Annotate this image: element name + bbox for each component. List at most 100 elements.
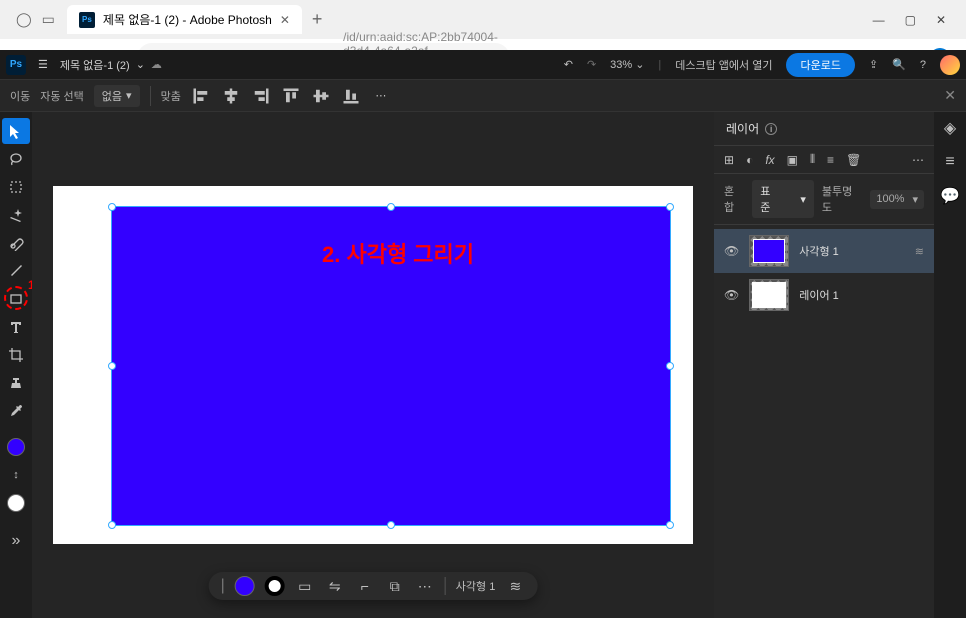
minimize-icon[interactable]: — bbox=[873, 13, 885, 27]
redo-icon[interactable]: ↷ bbox=[587, 58, 596, 71]
transform-icon[interactable]: ▭ bbox=[295, 576, 315, 596]
tabs-icon[interactable]: ▭ bbox=[42, 11, 55, 28]
duplicate-icon[interactable]: ⧉ bbox=[385, 576, 405, 596]
align-right-icon[interactable] bbox=[251, 86, 271, 106]
stroke-color-swatch[interactable] bbox=[265, 576, 285, 596]
close-window-icon[interactable]: ✕ bbox=[936, 13, 946, 27]
opacity-label: 불투명도 bbox=[822, 183, 862, 215]
hamburger-menu-icon[interactable]: ☰ bbox=[38, 58, 48, 71]
stack-icon[interactable]: ≡ bbox=[827, 153, 834, 167]
lasso-tool[interactable] bbox=[2, 146, 30, 172]
align-label: 맞춤 bbox=[161, 88, 181, 104]
right-rail: ◈ ≡ 💬 bbox=[934, 112, 966, 618]
download-button[interactable]: 다운로드 bbox=[786, 53, 854, 77]
close-options-icon[interactable]: ✕ bbox=[944, 87, 956, 104]
background-color[interactable] bbox=[2, 490, 30, 516]
brush-tool[interactable] bbox=[2, 258, 30, 284]
panel-more-icon[interactable]: ⋯ bbox=[912, 153, 924, 167]
handle-top-center[interactable] bbox=[387, 203, 395, 211]
opacity-input[interactable]: 100%▾ bbox=[870, 190, 924, 209]
expand-toolbar-icon[interactable]: » bbox=[2, 528, 30, 554]
chevron-down-icon: ▾ bbox=[126, 89, 132, 102]
user-avatar[interactable] bbox=[940, 55, 960, 75]
align-left-icon[interactable] bbox=[191, 86, 211, 106]
eyedropper-tool[interactable] bbox=[2, 398, 30, 424]
swap-colors-icon[interactable]: ↕ bbox=[2, 462, 30, 488]
zoom-level[interactable]: 33% ⌄ bbox=[610, 58, 644, 71]
photoshop-favicon: Ps bbox=[79, 12, 95, 28]
visibility-toggle[interactable]: 👁 bbox=[724, 244, 739, 258]
layers-rail-icon[interactable]: ◈ bbox=[940, 118, 960, 138]
canvas-area[interactable]: 2. 사각형 그리기 | ▭ ⇋ ⌐ bbox=[32, 112, 714, 618]
align-top-icon[interactable] bbox=[281, 86, 301, 106]
cloud-icon: ☁ bbox=[151, 58, 162, 71]
chevron-down-icon: ▾ bbox=[800, 193, 806, 206]
layers-toolbar: ⊞ ◐ fx ▣ ⫴ ≡ 🗑 ⋯ bbox=[714, 146, 934, 174]
blend-label: 혼합 bbox=[724, 183, 744, 215]
handle-top-left[interactable] bbox=[108, 203, 116, 211]
layer-background[interactable]: 👁 레이어 1 bbox=[714, 273, 934, 317]
properties-rail-icon[interactable]: ≡ bbox=[940, 152, 960, 172]
type-tool[interactable] bbox=[2, 314, 30, 340]
help-icon[interactable]: ? bbox=[920, 59, 926, 71]
maximize-icon[interactable]: ▢ bbox=[905, 13, 916, 27]
contextual-taskbar: | ▭ ⇋ ⌐ ⧉ ⋯ 사각형 1 ≋ bbox=[209, 572, 538, 600]
canvas[interactable]: 2. 사각형 그리기 bbox=[53, 186, 693, 544]
photoshop-logo[interactable]: Ps bbox=[6, 55, 26, 75]
corner-icon[interactable]: ⌐ bbox=[355, 576, 375, 596]
align-center-h-icon[interactable] bbox=[221, 86, 241, 106]
chevron-down-icon: ▾ bbox=[912, 193, 918, 206]
visibility-toggle[interactable]: 👁 bbox=[724, 288, 739, 302]
browser-tab[interactable]: Ps 제목 없음-1 (2) - Adobe Photosh ✕ bbox=[67, 5, 302, 34]
document-title[interactable]: 제목 없음-1 (2) ⌄ ☁ bbox=[60, 57, 162, 73]
handle-mid-right[interactable] bbox=[666, 362, 674, 370]
handle-bottom-right[interactable] bbox=[666, 521, 674, 529]
layer-thumbnail[interactable] bbox=[749, 235, 789, 267]
layer-rectangle[interactable]: 👁 사각형 1 ≋ bbox=[714, 229, 934, 273]
shape-tool[interactable]: 1 bbox=[2, 286, 30, 312]
options-bar: 이동 자동 선택 없음▾ 맞춤 ⋯ ✕ bbox=[0, 80, 966, 112]
tab-title: 제목 없음-1 (2) - Adobe Photosh bbox=[103, 11, 272, 28]
handle-mid-left[interactable] bbox=[108, 362, 116, 370]
align-bottom-icon[interactable] bbox=[341, 86, 361, 106]
info-icon[interactable]: i bbox=[765, 123, 777, 135]
foreground-color[interactable] bbox=[2, 434, 30, 460]
align-center-v-icon[interactable] bbox=[311, 86, 331, 106]
handle-top-right[interactable] bbox=[666, 203, 674, 211]
share-icon[interactable]: ⇪ bbox=[869, 58, 878, 71]
blend-mode-dropdown[interactable]: 표준▾ bbox=[752, 180, 814, 218]
comments-rail-icon[interactable]: 💬 bbox=[940, 186, 960, 206]
handle-bottom-left[interactable] bbox=[108, 521, 116, 529]
delete-layer-icon[interactable]: 🗑 bbox=[846, 153, 861, 167]
adjustment-icon[interactable]: ◐ bbox=[746, 153, 753, 167]
layer-thumbnail[interactable] bbox=[749, 279, 789, 311]
crop-tool[interactable] bbox=[2, 342, 30, 368]
marquee-tool[interactable] bbox=[2, 174, 30, 200]
layer-name[interactable]: 레이어 1 bbox=[799, 287, 924, 303]
more-options-icon[interactable]: ⋯ bbox=[371, 86, 391, 106]
group-icon[interactable]: ⫴ bbox=[810, 152, 815, 167]
search-icon[interactable]: 🔍 bbox=[892, 58, 906, 71]
flip-h-icon[interactable]: ⇋ bbox=[325, 576, 345, 596]
new-tab-button[interactable]: + bbox=[312, 9, 323, 30]
auto-select-dropdown[interactable]: 없음▾ bbox=[94, 85, 140, 107]
profile-icon[interactable]: ◯ bbox=[16, 11, 32, 28]
layer-filter-icon[interactable]: ≋ bbox=[915, 245, 924, 258]
open-desktop-button[interactable]: 데스크탑 앱에서 열기 bbox=[675, 57, 772, 73]
ctx-settings-icon[interactable]: ≋ bbox=[505, 576, 525, 596]
mask-icon[interactable]: ▣ bbox=[787, 153, 798, 167]
undo-icon[interactable]: ↶ bbox=[564, 58, 573, 71]
fx-icon[interactable]: fx bbox=[765, 153, 774, 167]
magic-wand-tool[interactable] bbox=[2, 202, 30, 228]
auto-select-label: 자동 선택 bbox=[40, 88, 84, 104]
spot-heal-tool[interactable] bbox=[2, 230, 30, 256]
close-tab-icon[interactable]: ✕ bbox=[280, 13, 290, 27]
clone-stamp-tool[interactable] bbox=[2, 370, 30, 396]
rectangle-shape[interactable]: 2. 사각형 그리기 bbox=[111, 206, 671, 526]
ctx-more-icon[interactable]: ⋯ bbox=[415, 576, 435, 596]
add-layer-icon[interactable]: ⊞ bbox=[724, 153, 734, 167]
handle-bottom-center[interactable] bbox=[387, 521, 395, 529]
layer-name[interactable]: 사각형 1 bbox=[799, 243, 905, 259]
move-tool[interactable] bbox=[2, 118, 30, 144]
fill-color-swatch[interactable] bbox=[235, 576, 255, 596]
